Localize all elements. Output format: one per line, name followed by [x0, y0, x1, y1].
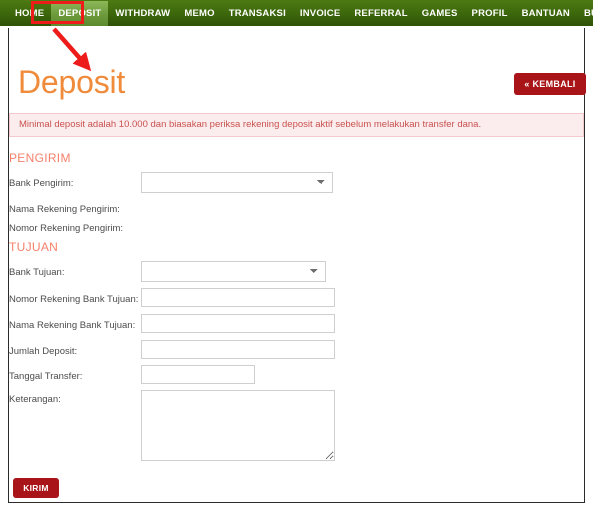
label-nomor-rekening-bank-tujuan: Nomor Rekening Bank Tujuan:	[9, 294, 139, 305]
nav-item-transaksi[interactable]: TRANSAKSI	[222, 1, 293, 26]
label-nama-rekening-pengirim: Nama Rekening Pengirim:	[9, 204, 120, 215]
info-alert-text: Minimal deposit adalah 10.000 dan biasak…	[19, 119, 482, 130]
page-title: Deposit	[18, 64, 126, 100]
section-heading-tujuan: TUJUAN	[9, 240, 59, 254]
deposit-page: HOME DEPOSIT WITHDRAW MEMO TRANSAKSI INV…	[0, 0, 593, 507]
label-keterangan: Keterangan:	[9, 394, 61, 405]
nav-item-withdraw[interactable]: WITHDRAW	[108, 1, 177, 26]
jumlah-deposit-input[interactable]	[141, 340, 335, 359]
main-navigation: HOME DEPOSIT WITHDRAW MEMO TRANSAKSI INV…	[0, 0, 593, 26]
bank-pengirim-select[interactable]	[141, 172, 333, 193]
submit-button[interactable]: KIRIM	[13, 478, 59, 498]
nomor-rekening-bank-tujuan-input[interactable]	[141, 288, 335, 307]
back-button[interactable]: « KEMBALI	[514, 73, 586, 95]
nav-item-deposit[interactable]: DEPOSIT	[51, 0, 109, 26]
nav-item-invoice[interactable]: INVOICE	[293, 1, 347, 26]
info-alert: Minimal deposit adalah 10.000 dan biasak…	[9, 113, 584, 137]
page-border-left	[8, 28, 9, 503]
label-nomor-rekening-pengirim: Nomor Rekening Pengirim:	[9, 223, 124, 234]
label-nama-rekening-bank-tujuan: Nama Rekening Bank Tujuan:	[9, 320, 136, 331]
section-heading-pengirim: PENGIRIM	[9, 151, 71, 165]
nav-item-games[interactable]: GAMES	[415, 1, 465, 26]
nav-item-profil[interactable]: PROFIL	[465, 1, 515, 26]
label-bank-tujuan: Bank Tujuan:	[9, 267, 65, 278]
nav-item-buku-mimpi[interactable]: BUKU MIMPI	[577, 1, 593, 26]
bank-tujuan-select[interactable]	[141, 261, 326, 282]
page-border-right	[584, 28, 585, 503]
label-bank-pengirim: Bank Pengirim:	[9, 178, 74, 189]
keterangan-textarea[interactable]	[141, 390, 335, 461]
nav-item-bantuan[interactable]: BANTUAN	[515, 1, 577, 26]
label-jumlah-deposit: Jumlah Deposit:	[9, 346, 78, 357]
page-border-bottom	[8, 502, 585, 503]
label-tanggal-transfer: Tanggal Transfer:	[9, 371, 83, 382]
nav-item-home[interactable]: HOME	[8, 1, 51, 26]
nav-item-memo[interactable]: MEMO	[177, 1, 221, 26]
nav-item-referral[interactable]: REFERRAL	[347, 1, 414, 26]
nama-rekening-bank-tujuan-input[interactable]	[141, 314, 335, 333]
tanggal-transfer-input[interactable]	[141, 365, 255, 384]
